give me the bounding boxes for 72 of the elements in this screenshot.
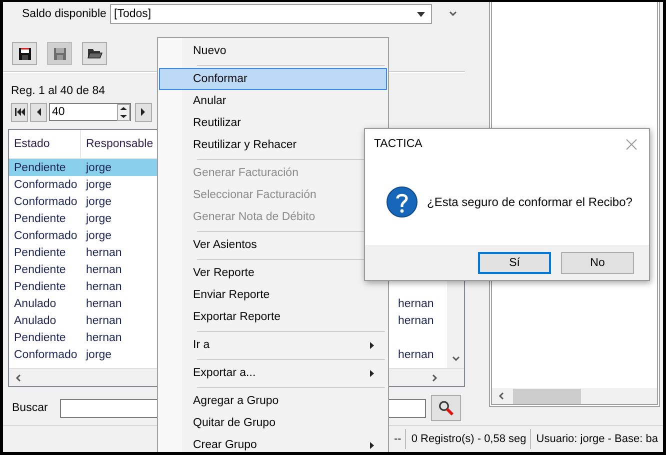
- table-cell: Conformado: [14, 196, 78, 208]
- table-cell: jorge: [86, 196, 112, 208]
- table-cell: Pendiente: [14, 212, 66, 224]
- caret-icon: [417, 12, 425, 16]
- menu-item[interactable]: Reutilizar: [159, 112, 387, 134]
- scroll-right-icon[interactable]: [431, 374, 438, 382]
- folder-icon: [86, 47, 102, 60]
- scroll-left-icon[interactable]: [15, 374, 22, 382]
- dialog-title: TACTICA: [374, 138, 422, 150]
- scroll-down-icon[interactable]: [449, 11, 457, 17]
- dialog-button[interactable]: Sí: [478, 252, 551, 274]
- table-cell: hernan: [86, 298, 122, 310]
- menu-item[interactable]: Agregar a Grupo: [159, 390, 387, 412]
- table-cell: Anulado: [14, 314, 56, 326]
- search-button[interactable]: [431, 395, 461, 421]
- table-cell: Conformado: [14, 230, 78, 242]
- dialog-message: ¿Esta seguro de conformar el Recibo?: [427, 195, 632, 209]
- table-cell: hernan: [398, 298, 434, 310]
- dialog-button[interactable]: No: [561, 252, 634, 274]
- save-button[interactable]: [12, 42, 37, 65]
- status-text: 0 Registro(s) - 0,58 seg: [405, 429, 526, 449]
- table-cell: Pendiente: [14, 280, 66, 292]
- status-text: --: [394, 432, 402, 447]
- search-icon: [438, 400, 454, 416]
- question-icon: [386, 186, 418, 218]
- table-cell: hernan: [86, 314, 122, 326]
- menu-item[interactable]: Enviar Reporte: [159, 284, 387, 306]
- status-text: Usuario: jorge - Base: ba: [530, 429, 658, 449]
- table-cell: hernan: [86, 280, 122, 292]
- table-cell: hernan: [398, 348, 434, 360]
- table-cell: Pendiente: [14, 264, 66, 276]
- search-label: Buscar: [12, 402, 49, 414]
- next-icon: [141, 108, 146, 116]
- table-cell: jorge: [86, 162, 112, 174]
- table-cell: jorge: [86, 178, 112, 190]
- table-cell: Conformado: [14, 178, 78, 190]
- table-cell: Conformado: [14, 348, 78, 360]
- column-header[interactable]: Estado: [9, 130, 81, 158]
- spinner-arrows-icon[interactable]: [117, 104, 130, 120]
- menu-item[interactable]: Exportar a...: [159, 362, 387, 384]
- menu-item[interactable]: Crear Grupo: [159, 434, 387, 452]
- first-icon: [14, 108, 24, 116]
- close-icon[interactable]: [626, 138, 637, 150]
- table-cell: jorge: [86, 348, 112, 360]
- menu-item[interactable]: Conformar: [159, 68, 387, 90]
- dropdown[interactable]: [Todos]: [110, 4, 432, 24]
- table-cell: hernan: [398, 314, 434, 326]
- table-cell: Anulado: [14, 298, 56, 310]
- table-cell: Pendiente: [14, 162, 66, 174]
- table-cell: jorge: [86, 230, 112, 242]
- page-size-field[interactable]: 40: [49, 103, 131, 121]
- menu-item[interactable]: Ir a: [159, 334, 387, 356]
- menu-item[interactable]: Nuevo: [159, 40, 387, 62]
- previous-icon: [36, 108, 41, 116]
- menu-item[interactable]: Anular: [159, 90, 387, 112]
- table-cell: jorge: [86, 212, 112, 224]
- previous-page-button[interactable]: [30, 102, 47, 122]
- scroll-down-icon[interactable]: [452, 356, 460, 362]
- field-label: Saldo disponible: [22, 8, 108, 20]
- table-cell: hernan: [86, 246, 122, 258]
- menu-item[interactable]: Exportar Reporte: [159, 306, 387, 328]
- open-folder-button[interactable]: [82, 42, 107, 65]
- record-count: Reg. 1 al 40 de 84: [10, 84, 106, 99]
- scrollbar-thumb[interactable]: [513, 388, 581, 404]
- table-cell: Pendiente: [14, 332, 66, 344]
- next-page-button[interactable]: [135, 102, 152, 122]
- scroll-left-icon[interactable]: [498, 392, 505, 400]
- first-page-button[interactable]: [11, 102, 28, 122]
- table-cell: hernan: [86, 332, 122, 344]
- table-cell: hernan: [86, 264, 122, 276]
- table-cell: Pendiente: [14, 246, 66, 258]
- menu-item[interactable]: Quitar de Grupo: [159, 412, 387, 434]
